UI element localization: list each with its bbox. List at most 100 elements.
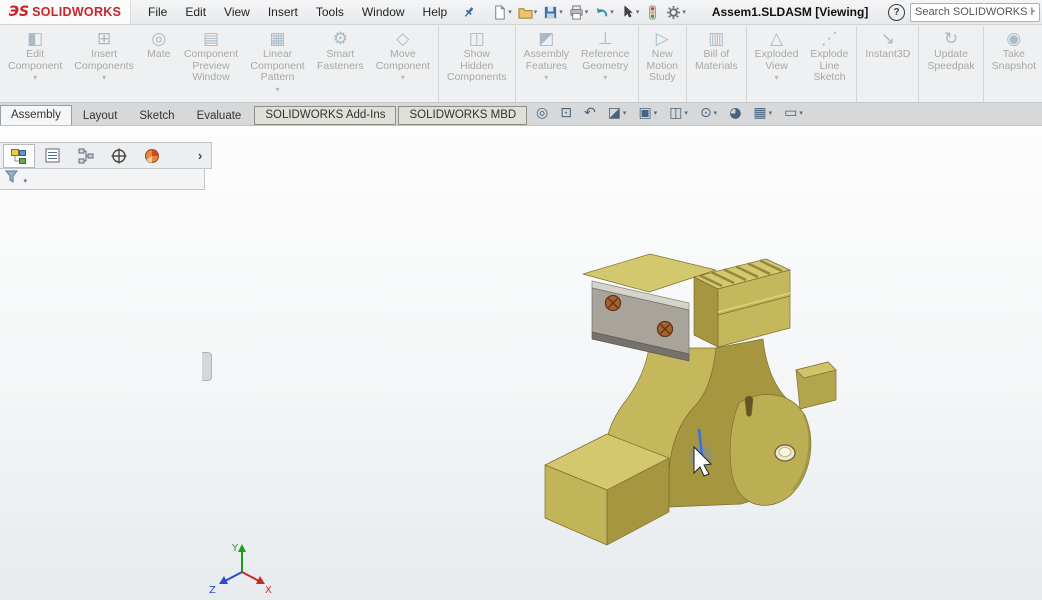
section-view-button[interactable]: ◪ — [608, 105, 627, 121]
view-orientation-button[interactable]: ▣ — [638, 105, 657, 121]
ribbon-button-bill-of-materials[interactable]: ▥ Bill of Materials — [689, 26, 744, 102]
options-button[interactable] — [666, 2, 686, 22]
tab-solidworks-mbd[interactable]: SOLIDWORKS MBD — [398, 106, 527, 125]
ribbon-button-explode-line-sketch[interactable]: ⋰ Explode Line Sketch — [804, 26, 854, 102]
ribbon-button-label: Update Speedpak — [927, 49, 974, 72]
menu-edit[interactable]: Edit — [176, 2, 215, 22]
apply-scene-button[interactable]: ▦ — [753, 105, 772, 121]
triad-y-label: Y — [231, 543, 239, 554]
move-component-icon: ◇ — [396, 29, 409, 49]
rebuild-button[interactable] — [645, 2, 660, 22]
vise-base[interactable] — [545, 434, 669, 545]
previous-view-button[interactable]: ↶ — [584, 105, 596, 121]
panel-splitter-handle[interactable] — [202, 352, 212, 381]
open-button[interactable] — [518, 2, 538, 22]
tab-evaluate[interactable]: Evaluate — [186, 107, 253, 125]
ribbon-button-component-preview-window[interactable]: ▤ Component Preview Window — [178, 26, 244, 102]
expand-panel-button[interactable]: › — [192, 148, 208, 163]
previous-view-icon: ↶ — [584, 105, 596, 121]
zoom-to-area-icon: ⊡ — [560, 105, 572, 121]
bench-vise-model[interactable] — [545, 254, 836, 545]
ribbon-button-mate[interactable]: ◎ Mate — [140, 26, 178, 102]
document-title: Assem1.SLDASM [Viewing] — [712, 5, 868, 19]
ribbon-button-new-motion-study[interactable]: ▷ New Motion Study — [641, 26, 685, 102]
ribbon-button-move-component[interactable]: ◇ Move Component — [370, 26, 436, 102]
ribbon-button-label: Move Component — [376, 49, 430, 72]
menu-tools[interactable]: Tools — [307, 2, 353, 22]
pin-menu-icon[interactable] — [462, 5, 476, 19]
ribbon-button-label: Bill of Materials — [695, 49, 738, 72]
edit-appearance-button[interactable]: ◕ — [729, 105, 741, 121]
ribbon-button-update-speedpak[interactable]: ↻ Update Speedpak — [921, 26, 980, 102]
section-view-icon: ◪ — [608, 105, 621, 121]
heads-up-toolbar: ◎ ⊡ ↶ ◪ ▣ ◫ — [536, 105, 803, 121]
help-icon[interactable]: ? — [888, 4, 905, 21]
ribbon-button-label: Exploded View — [755, 49, 799, 72]
undo-button[interactable] — [594, 2, 614, 22]
filter-dropdown-button[interactable] — [5, 170, 27, 188]
new-document-button[interactable] — [492, 2, 512, 22]
linear-component-pattern-icon: ▦ — [270, 29, 286, 49]
configurationmanager-tab[interactable] — [71, 145, 101, 167]
view-settings-icon: ▭ — [784, 105, 797, 121]
menu-help[interactable]: Help — [414, 2, 457, 22]
view-settings-button[interactable]: ▭ — [784, 105, 803, 121]
graphics-area[interactable]: Y X Z — [0, 126, 1042, 600]
solidworks-logo: ЭS SOLIDWORKS — [0, 0, 131, 24]
menu-file[interactable]: File — [139, 2, 176, 22]
dropdown-caret-icon — [603, 72, 607, 81]
displaymanager-tab[interactable] — [137, 145, 167, 167]
dimxpertmanager-tab[interactable] — [104, 145, 134, 167]
command-tab-bar: AssemblyLayoutSketchEvaluate SOLIDWORKS … — [0, 103, 1042, 126]
instant3d-icon: ↘ — [881, 29, 895, 49]
tab-assembly[interactable]: Assembly — [0, 105, 72, 125]
propertymanager-tab[interactable] — [38, 145, 68, 167]
ribbon-button-assembly-features[interactable]: ◩ Assembly Features — [518, 26, 576, 102]
ribbon-button-show-hidden-components[interactable]: ◫ Show Hidden Components — [441, 26, 513, 102]
ds-logo-mark: ЭS — [9, 4, 29, 20]
zoom-to-fit-button[interactable]: ◎ — [536, 105, 548, 121]
hide-show-items-button[interactable]: ⊙ — [700, 105, 717, 121]
solidworks-window: ЭS SOLIDWORKS FileEditViewInsertToolsWin… — [0, 0, 1042, 600]
save-button[interactable] — [543, 2, 563, 22]
tab-layout[interactable]: Layout — [72, 107, 129, 125]
ribbon-button-exploded-view[interactable]: △ Exploded View — [749, 26, 805, 102]
ribbon-button-label: Reference Geometry — [581, 49, 629, 72]
ribbon-button-label: Linear Component Pattern — [250, 49, 305, 84]
tab-sketch[interactable]: Sketch — [128, 107, 185, 125]
dropdown-caret-icon — [775, 72, 779, 81]
print-button[interactable] — [569, 2, 589, 22]
apply-scene-icon: ▦ — [753, 105, 766, 121]
ribbon-button-smart-fasteners[interactable]: ⚙ Smart Fasteners — [311, 26, 370, 102]
display-style-icon: ◫ — [669, 105, 682, 121]
featuremanager-design-tree-tab[interactable] — [3, 144, 35, 168]
mounting-flange[interactable] — [730, 394, 811, 505]
ribbon-button-take-snapshot[interactable]: ◉ Take Snapshot — [986, 26, 1042, 102]
menu-view[interactable]: View — [215, 2, 259, 22]
update-speedpak-icon: ↻ — [944, 29, 958, 49]
dropdown-caret-icon — [544, 72, 548, 81]
zoom-to-fit-icon: ◎ — [536, 105, 548, 121]
bill-of-materials-icon: ▥ — [708, 29, 724, 49]
ribbon-button-linear-component-pattern[interactable]: ▦ Linear Component Pattern — [244, 26, 311, 102]
dropdown-caret-icon — [102, 72, 106, 81]
ribbon-button-edit-component[interactable]: ◧ Edit Component — [2, 26, 68, 102]
menu-window[interactable]: Window — [353, 2, 414, 22]
edit-component-icon: ◧ — [27, 29, 43, 49]
graphics-viewport[interactable]: › — [0, 126, 1042, 600]
zoom-to-area-button[interactable]: ⊡ — [560, 105, 572, 121]
select-button[interactable] — [620, 2, 640, 22]
menu-insert[interactable]: Insert — [259, 2, 307, 22]
display-style-button[interactable]: ◫ — [669, 105, 688, 121]
vise-rear-bracket[interactable] — [796, 362, 836, 409]
component-preview-window-icon: ▤ — [203, 29, 219, 49]
tab-solidworks-add-ins[interactable]: SOLIDWORKS Add-Ins — [254, 106, 396, 125]
ribbon-button-label: Take Snapshot — [992, 49, 1036, 72]
ribbon-button-reference-geometry[interactable]: ⊥ Reference Geometry — [575, 26, 635, 102]
ribbon-button-label: Show Hidden Components — [447, 49, 507, 84]
take-snapshot-icon: ◉ — [1006, 29, 1021, 49]
ribbon-button-insert-components[interactable]: ⊞ Insert Components — [68, 26, 140, 102]
search-input[interactable] — [910, 3, 1040, 22]
search-area: ? — [888, 3, 1042, 22]
ribbon-button-instant3d[interactable]: ↘ Instant3D — [859, 26, 916, 102]
